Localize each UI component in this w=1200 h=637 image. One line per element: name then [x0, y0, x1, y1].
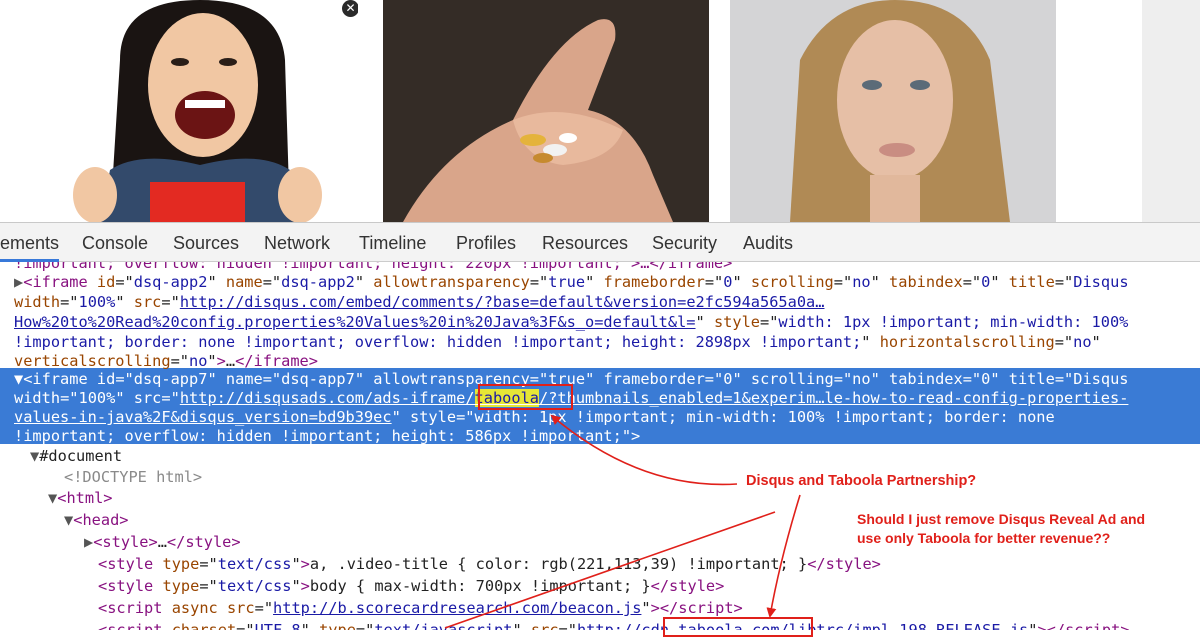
tab-profiles[interactable]: Profiles — [456, 223, 516, 262]
dom-node-doctype[interactable]: <!DOCTYPE html> — [64, 467, 202, 487]
annotation-question-line-2: use only Taboola for better revenue?? — [857, 530, 1111, 546]
collapsed-triangle-icon[interactable]: ▶ — [14, 273, 23, 291]
tab-elements[interactable]: ements — [0, 223, 60, 262]
iframe-src-link[interactable]: http://disqus.com/embed/comments/?base=d… — [180, 293, 825, 311]
dom-line: values-in-java%2F&disqus_version=bd9b39e… — [14, 408, 1055, 426]
page-right-strip — [1142, 0, 1200, 222]
dom-node-style-collapsed[interactable]: ▶<style>…</style> — [84, 532, 241, 552]
taboola-callout-box — [478, 384, 573, 410]
dom-node-style-2[interactable]: <style type="text/css">body { max-width:… — [98, 576, 724, 596]
tab-audits[interactable]: Audits — [743, 223, 793, 262]
tab-console[interactable]: Console — [82, 223, 148, 262]
iframe-src-link[interactable]: How%20to%20Read%20config.properties%20Va… — [14, 313, 696, 331]
tab-resources[interactable]: Resources — [542, 223, 628, 262]
expanded-triangle-icon[interactable]: ▼ — [64, 511, 73, 529]
tab-security[interactable]: Security — [652, 223, 717, 262]
dom-node-html[interactable]: ▼<html> — [48, 488, 113, 508]
close-ad-icon[interactable]: ✕ — [342, 0, 358, 17]
tab-network[interactable]: Network — [264, 223, 330, 262]
dom-node-head[interactable]: ▼<head> — [64, 510, 129, 530]
dom-line: !important; overflow: hidden !important;… — [14, 427, 641, 445]
dom-line: How%20to%20Read%20config.properties%20Va… — [14, 313, 1129, 331]
ad-thumbnail-excited-woman[interactable]: ✕ — [0, 0, 358, 222]
dom-line: verticalscrolling="no">…</iframe> — [14, 352, 318, 370]
dom-line: width="100%" src="http://disqus.com/embe… — [14, 293, 825, 311]
ad-thumbnail-blonde-woman[interactable] — [730, 0, 1056, 222]
devtools-tab-bar: ements Console Sources Network Timeline … — [0, 222, 1200, 262]
taboola-cdn-callout-box — [663, 617, 813, 637]
dom-node-script-taboola[interactable]: <script charset="UTF-8" type="text/javas… — [98, 620, 1130, 630]
dom-node-script-scorecard[interactable]: <script async src="http://b.scorecardres… — [98, 598, 743, 618]
page-content-area: ✕ — [0, 0, 1200, 222]
annotation-partnership: Disqus and Taboola Partnership? — [746, 473, 977, 489]
elements-dom-tree: !important; overflow: hidden !important;… — [0, 262, 1200, 630]
ad-thumbnail-pills-hand[interactable] — [383, 0, 709, 222]
ads-iframe-src-link[interactable]: values-in-java%2F&disqus_version=bd9b39e… — [14, 408, 392, 426]
blonde-woman-portrait-image — [730, 0, 1056, 222]
collapsed-triangle-icon[interactable]: ▶ — [84, 533, 93, 551]
pills-in-hand-image — [383, 0, 709, 222]
dom-node-style-1[interactable]: <style type="text/css">a, .video-title {… — [98, 554, 881, 574]
excited-woman-image — [0, 0, 358, 222]
expanded-triangle-icon[interactable]: ▼ — [14, 370, 23, 388]
script-src-link[interactable]: http://b.scorecardresearch.com/beacon.js — [273, 599, 641, 617]
tab-timeline[interactable]: Timeline — [359, 223, 426, 262]
dom-node-iframe-dsq-app2[interactable]: ▶<iframe id="dsq-app2" name="dsq-app2" a… — [14, 272, 1129, 292]
ads-iframe-src-link[interactable]: http://disqusads.com/ads-iframe/taboola/… — [180, 389, 1128, 407]
expanded-triangle-icon[interactable]: ▼ — [30, 447, 39, 465]
tab-sources[interactable]: Sources — [173, 223, 239, 262]
dom-line: !important; border: none !important; ove… — [14, 333, 1101, 351]
dom-node-document[interactable]: ▼#document — [30, 446, 122, 466]
expanded-triangle-icon[interactable]: ▼ — [48, 489, 57, 507]
